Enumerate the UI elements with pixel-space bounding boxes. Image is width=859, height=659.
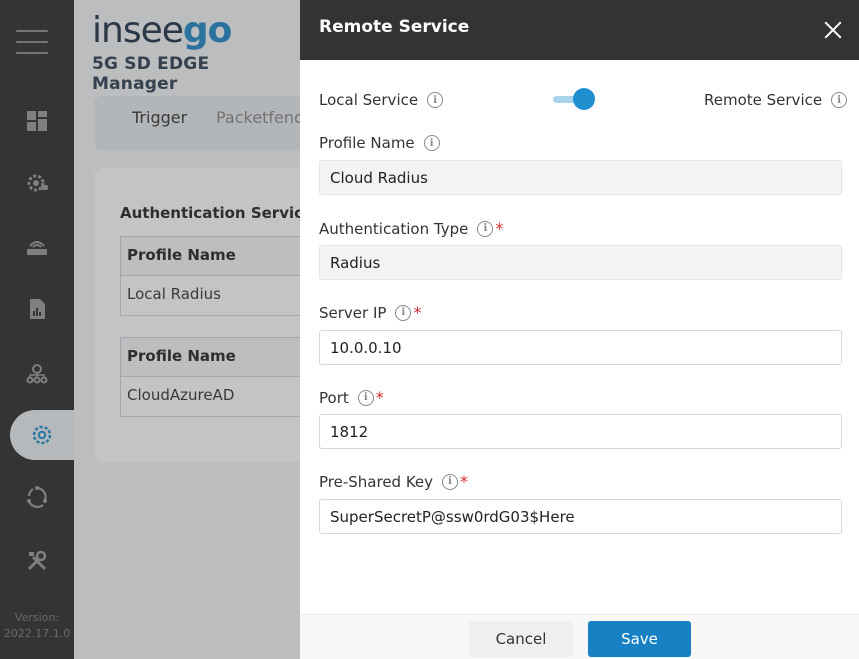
auth-service-card: Authentication Service Profile Name Loca…	[94, 168, 300, 462]
local-service-label: Local Service i	[319, 91, 444, 109]
gear-cloud-icon[interactable]	[0, 158, 74, 208]
background-page: inseego 5G SD EDGE Manager Trigger Packe…	[74, 0, 300, 659]
auth-type-field[interactable]	[319, 245, 842, 280]
tab-bar: Trigger Packetfence	[94, 96, 300, 150]
required-marker: *	[460, 472, 469, 491]
info-icon[interactable]: i	[477, 220, 494, 237]
required-marker: *	[413, 303, 422, 322]
toggle-knob	[573, 88, 595, 110]
port-label: Port i *	[319, 388, 384, 407]
psk-label: Pre-Shared Key i *	[319, 472, 469, 491]
info-icon[interactable]: i	[427, 92, 444, 108]
dashboard-icon[interactable]	[0, 96, 74, 146]
profile-table: Profile Name CloudAzureAD	[120, 337, 300, 417]
psk-field[interactable]	[319, 499, 842, 534]
remote-service-label: Remote Service i	[704, 91, 848, 109]
tab-trigger[interactable]: Trigger	[132, 108, 187, 127]
profile-table: Profile Name Local Radius	[120, 236, 300, 316]
table-header: Profile Name	[121, 338, 300, 377]
sidebar: Version: 2022.17.1.0	[0, 0, 74, 659]
report-icon[interactable]	[0, 284, 74, 334]
table-row[interactable]: Local Radius	[121, 276, 300, 315]
info-icon[interactable]: i	[423, 135, 440, 151]
save-button[interactable]: Save	[588, 621, 691, 657]
close-icon[interactable]	[821, 18, 845, 42]
sync-icon[interactable]	[0, 472, 74, 522]
version-number: 2022.17.1.0	[3, 627, 71, 640]
profile-name-field[interactable]	[319, 160, 842, 195]
port-field[interactable]	[319, 414, 842, 449]
settings-icon[interactable]	[10, 410, 74, 460]
required-marker: *	[375, 388, 384, 407]
router-icon[interactable]	[0, 222, 74, 272]
table-row[interactable]: CloudAzureAD	[121, 377, 300, 416]
product-name: 5G SD EDGE Manager	[92, 54, 210, 94]
tools-icon[interactable]	[0, 536, 74, 586]
tab-packetfence[interactable]: Packetfence	[216, 108, 300, 127]
required-marker: *	[495, 219, 504, 238]
cancel-button[interactable]: Cancel	[469, 621, 573, 657]
info-icon[interactable]: i	[357, 389, 374, 406]
info-icon[interactable]: i	[442, 473, 459, 490]
info-icon[interactable]: i	[395, 304, 412, 321]
profile-name-label: Profile Name i	[319, 134, 440, 152]
section-title: Authentication Service	[120, 204, 300, 222]
table-header: Profile Name	[121, 237, 300, 276]
panel-title: Remote Service	[319, 17, 470, 37]
version-label: Version:	[14, 611, 60, 624]
network-icon[interactable]	[0, 348, 74, 398]
panel-header: Remote Service	[300, 0, 859, 60]
auth-type-label: Authentication Type i *	[319, 219, 504, 238]
service-toggle[interactable]	[551, 88, 595, 110]
remote-service-panel: Remote Service Local Service i Remote Ser…	[300, 0, 859, 659]
inseego-logo: inseego	[92, 10, 232, 51]
menu-icon[interactable]	[16, 30, 48, 63]
panel-footer	[300, 614, 859, 659]
info-icon[interactable]: i	[831, 92, 848, 108]
server-ip-field[interactable]	[319, 330, 842, 365]
server-ip-label: Server IP i *	[319, 303, 422, 322]
